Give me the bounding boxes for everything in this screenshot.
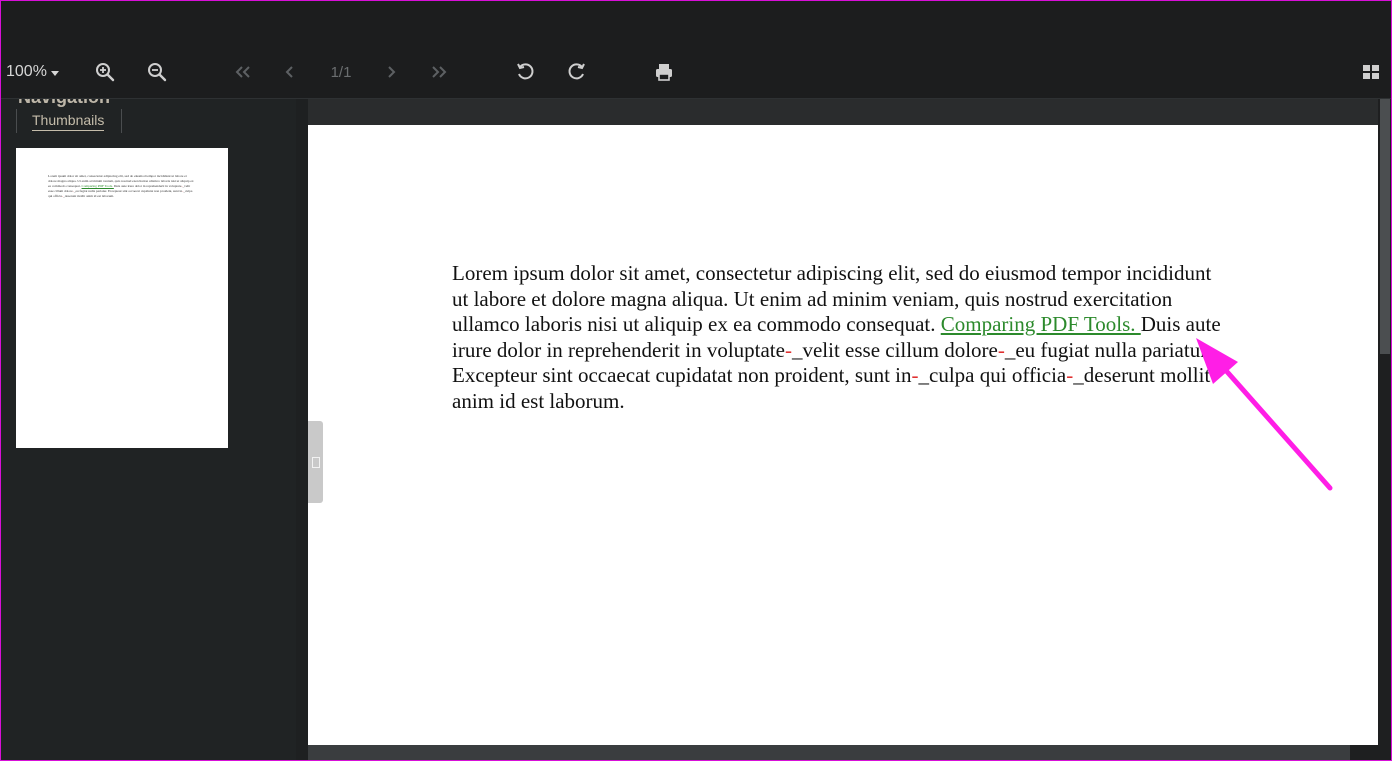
zoom-in-button[interactable] [92, 46, 118, 98]
pdf-page: Lorem ipsum dolor sit amet, consectetur … [308, 125, 1378, 745]
next-page-button[interactable] [381, 46, 401, 98]
vertical-scroll-thumb[interactable] [1380, 99, 1390, 354]
handle-icon [311, 456, 320, 468]
zoom-out-button[interactable] [144, 46, 170, 98]
hyphen-mark: - [997, 337, 1005, 362]
navigation-sidebar: Navigation Thumbnails Lorem ipsum dolor … [0, 99, 296, 761]
sidebar-toggle-handle[interactable] [308, 421, 323, 503]
page-indicator[interactable]: 1/1 [322, 46, 360, 98]
view-mode-icon [1363, 65, 1379, 79]
rotate-left-icon [517, 63, 534, 80]
rotate-right-icon [568, 63, 585, 80]
next-page-icon [388, 66, 396, 78]
last-page-button[interactable] [426, 46, 452, 98]
page-thumbnail[interactable]: Lorem ipsum dolor sit amet, consectetur … [16, 148, 228, 448]
zoom-value: 100% [6, 63, 47, 80]
print-icon [656, 64, 672, 81]
chevron-down-icon [50, 70, 59, 76]
page-paragraph: Lorem ipsum dolor sit amet, consectetur … [452, 261, 1222, 415]
view-mode-button[interactable] [1360, 46, 1382, 98]
hyphen-mark: - [911, 363, 919, 388]
sidebar-tabs: Thumbnails [16, 109, 122, 133]
document-viewer[interactable]: Lorem ipsum dolor sit amet, consectetur … [308, 99, 1378, 745]
previous-page-button[interactable] [280, 46, 300, 98]
zoom-in-icon [96, 63, 115, 82]
hyphen-mark: - [784, 337, 792, 362]
vertical-scrollbar[interactable] [1378, 99, 1392, 761]
last-page-icon [432, 66, 447, 78]
previous-page-icon [285, 66, 293, 78]
zoom-out-icon [148, 63, 167, 82]
pdf-toolbar: 100% 1/1 [0, 46, 1392, 99]
tab-thumbnails[interactable]: Thumbnails [32, 112, 105, 131]
sidebar-gutter [296, 99, 308, 761]
rotate-left-button[interactable] [512, 46, 538, 98]
scrollbar-corner [1350, 745, 1378, 761]
print-button[interactable] [651, 46, 677, 98]
window-top-bar [0, 0, 1392, 46]
pdf-link[interactable]: Comparing PDF Tools. [941, 312, 1141, 336]
first-page-button[interactable] [230, 46, 256, 98]
thumbnail-text: Lorem ipsum dolor sit amet, consectetur … [48, 174, 194, 198]
paragraph-text: _velit esse cillum dolore [791, 337, 998, 362]
rotate-right-button[interactable] [564, 46, 590, 98]
zoom-select[interactable]: 100% [6, 46, 66, 98]
first-page-icon [235, 66, 250, 78]
sidebar-title: Navigation [18, 99, 110, 108]
horizontal-scrollbar[interactable] [308, 745, 1378, 761]
paragraph-text: _culpa qui officia [918, 363, 1067, 388]
